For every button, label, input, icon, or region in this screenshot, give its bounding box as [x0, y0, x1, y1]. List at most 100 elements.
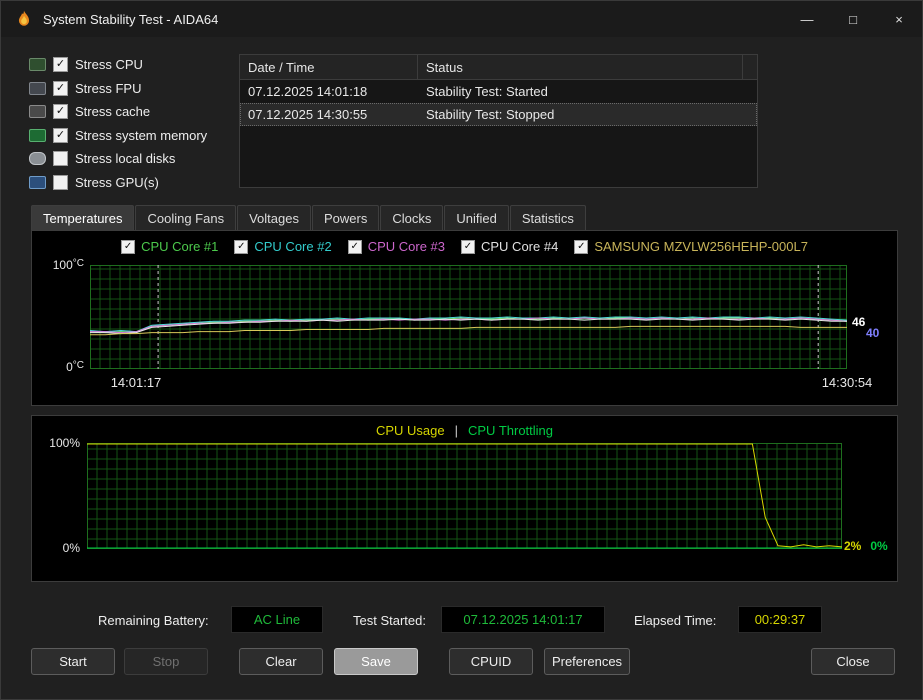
- stress-option-label: Stress cache: [75, 104, 151, 120]
- event-log-table[interactable]: Date / Time Status 07.12.2025 14:01:18 St…: [239, 54, 758, 188]
- cpu-icon: [29, 58, 46, 72]
- throttling-current-value: 0%: [870, 539, 888, 553]
- tab-statistics[interactable]: Statistics: [509, 205, 586, 231]
- legend-checkbox-samsung-mzvlw256hehp-000l7[interactable]: ✓: [574, 239, 589, 254]
- window-controls: — □ ×: [784, 1, 922, 37]
- stop-button: Stop: [124, 648, 208, 675]
- temp-y-axis-min: 0°C: [66, 360, 84, 374]
- temp-current-value-1: 46: [852, 315, 866, 329]
- stress-option-label: Stress GPU(s): [75, 174, 159, 190]
- started-value-text: 07.12.2025 14:01:17: [463, 612, 583, 627]
- stress-option-stress-system-memory[interactable]: ✓ Stress system memory: [29, 124, 207, 148]
- legend-item-cpu-core-3: ✓ CPU Core #3: [347, 239, 445, 254]
- log-datetime-cell: 07.12.2025 14:30:55: [248, 107, 368, 122]
- elapsed-value-text: 00:29:37: [754, 612, 806, 627]
- log-status-cell: Stability Test: Started: [426, 84, 548, 99]
- stress-option-stress-local-disks[interactable]: Stress local disks: [29, 147, 207, 171]
- cpu-throttling-label: CPU Throttling: [468, 423, 554, 438]
- legend-item-cpu-core-2: ✓ CPU Core #2: [234, 239, 332, 254]
- system-stability-test-window: System Stability Test - AIDA64 — □ × ✓ St…: [0, 0, 923, 700]
- legend-item-cpu-core-4: ✓ CPU Core #4: [461, 239, 558, 254]
- checkbox-stress-cpu[interactable]: ✓: [53, 57, 68, 73]
- cpu-usage-label: CPU Usage: [375, 423, 445, 438]
- start-button[interactable]: Start: [31, 648, 115, 675]
- close-button[interactable]: Close: [811, 648, 895, 675]
- stress-option-label: Stress local disks: [75, 151, 176, 167]
- temp-current-value-2: 40: [866, 326, 880, 340]
- gpu-icon: [29, 175, 46, 189]
- log-datetime-cell: 07.12.2025 14:01:18: [248, 84, 368, 99]
- tab-cooling-fans[interactable]: Cooling Fans: [135, 205, 237, 231]
- legend-checkbox-cpu-core-1[interactable]: ✓: [121, 239, 136, 254]
- test-started-value: 07.12.2025 14:01:17: [441, 606, 605, 633]
- cpu-usage-chart-panel: CPU Usage | CPU Throttling 100% 0% 2% 0%: [31, 415, 898, 582]
- checkbox-stress-local-disks[interactable]: [53, 151, 68, 167]
- legend-label: SAMSUNG MZVLW256HEHP-000L7: [594, 239, 808, 254]
- minimize-button[interactable]: —: [784, 1, 830, 37]
- elapsed-time-value: 00:29:37: [738, 606, 822, 633]
- temperature-chart: [90, 265, 847, 369]
- column-header-status[interactable]: Status: [418, 55, 742, 79]
- title-separator: |: [454, 423, 458, 438]
- tab-clocks[interactable]: Clocks: [380, 205, 444, 231]
- column-header-empty: [742, 55, 757, 79]
- legend-item-cpu-core-1: ✓ CPU Core #1: [121, 239, 218, 254]
- usage-current-values: 2% 0%: [844, 539, 888, 553]
- legend-label: CPU Core #2: [254, 239, 332, 254]
- disk-icon: [29, 152, 46, 166]
- stress-options-list: ✓ Stress CPU ✓ Stress FPU ✓ Stress cache ✓ Stre…: [29, 53, 207, 194]
- save-button[interactable]: Save: [334, 648, 418, 675]
- cpuid-button[interactable]: CPUID: [449, 648, 533, 675]
- checkbox-stress-gpu-s[interactable]: [53, 174, 68, 190]
- stress-option-label: Stress system memory: [75, 127, 208, 143]
- checkbox-stress-system-memory[interactable]: ✓: [53, 127, 68, 143]
- close-button[interactable]: ×: [876, 1, 922, 37]
- table-row[interactable]: 07.12.2025 14:01:18 Stability Test: Start…: [240, 80, 757, 103]
- fpu-icon: [29, 81, 46, 95]
- title-bar: System Stability Test - AIDA64 — □ ×: [1, 1, 922, 37]
- legend-checkbox-cpu-core-3[interactable]: ✓: [347, 239, 362, 254]
- preferences-button[interactable]: Preferences: [544, 648, 630, 675]
- chart-tabs: Temperatures Cooling Fans Voltages Powers Cl…: [31, 205, 587, 231]
- stress-option-label: Stress CPU: [75, 57, 143, 73]
- tab-powers[interactable]: Powers: [311, 205, 380, 231]
- clear-button[interactable]: Clear: [239, 648, 323, 675]
- window-title: System Stability Test - AIDA64: [43, 11, 219, 27]
- tab-unified[interactable]: Unified: [444, 205, 509, 231]
- column-header-datetime[interactable]: Date / Time: [240, 55, 418, 79]
- temperature-legend: ✓ CPU Core #1 ✓ CPU Core #2 ✓ CPU Core #3 ✓ CPU…: [32, 239, 897, 254]
- checkbox-stress-cache[interactable]: ✓: [53, 104, 68, 120]
- stress-option-stress-gpu-s[interactable]: Stress GPU(s): [29, 171, 207, 195]
- remaining-battery-label: Remaining Battery:: [98, 613, 209, 628]
- memory-icon: [29, 128, 46, 142]
- aida64-flame-icon: [18, 10, 30, 26]
- usage-y-axis-max: 100%: [49, 436, 80, 450]
- usage-current-value: 2%: [844, 539, 862, 553]
- table-row[interactable]: 07.12.2025 14:30:55 Stability Test: Stopp…: [240, 103, 757, 126]
- legend-checkbox-cpu-core-2[interactable]: ✓: [234, 239, 249, 254]
- legend-label: CPU Core #4: [481, 239, 559, 254]
- temp-x-axis-start: 14:01:17: [110, 375, 162, 390]
- test-started-label: Test Started:: [353, 613, 426, 628]
- legend-label: CPU Core #3: [367, 239, 445, 254]
- stress-option-stress-cpu[interactable]: ✓ Stress CPU: [29, 53, 207, 77]
- cache-icon: [29, 105, 46, 119]
- cpu-usage-chart: [87, 443, 842, 549]
- maximize-button[interactable]: □: [830, 1, 876, 37]
- temp-y-axis-max: 100°C: [52, 258, 84, 272]
- cpu-usage-chart-title: CPU Usage | CPU Throttling: [32, 423, 897, 438]
- elapsed-time-label: Elapsed Time:: [634, 613, 717, 628]
- stress-option-stress-fpu[interactable]: ✓ Stress FPU: [29, 77, 207, 101]
- legend-item-samsung-mzvlw256hehp-000l7: ✓ SAMSUNG MZVLW256HEHP-000L7: [574, 239, 808, 254]
- log-table-header: Date / Time Status: [240, 55, 757, 80]
- tab-temperatures[interactable]: Temperatures: [31, 205, 135, 231]
- legend-checkbox-cpu-core-4[interactable]: ✓: [461, 239, 475, 254]
- log-status-cell: Stability Test: Stopped: [426, 107, 555, 122]
- checkbox-stress-fpu[interactable]: ✓: [53, 80, 68, 96]
- stress-option-stress-cache[interactable]: ✓ Stress cache: [29, 100, 207, 124]
- log-rows: 07.12.2025 14:01:18 Stability Test: Start…: [240, 80, 757, 126]
- legend-label: CPU Core #1: [141, 239, 219, 254]
- tab-voltages[interactable]: Voltages: [237, 205, 311, 231]
- temp-x-axis-end: 14:30:54: [821, 375, 873, 390]
- stress-option-label: Stress FPU: [75, 80, 142, 96]
